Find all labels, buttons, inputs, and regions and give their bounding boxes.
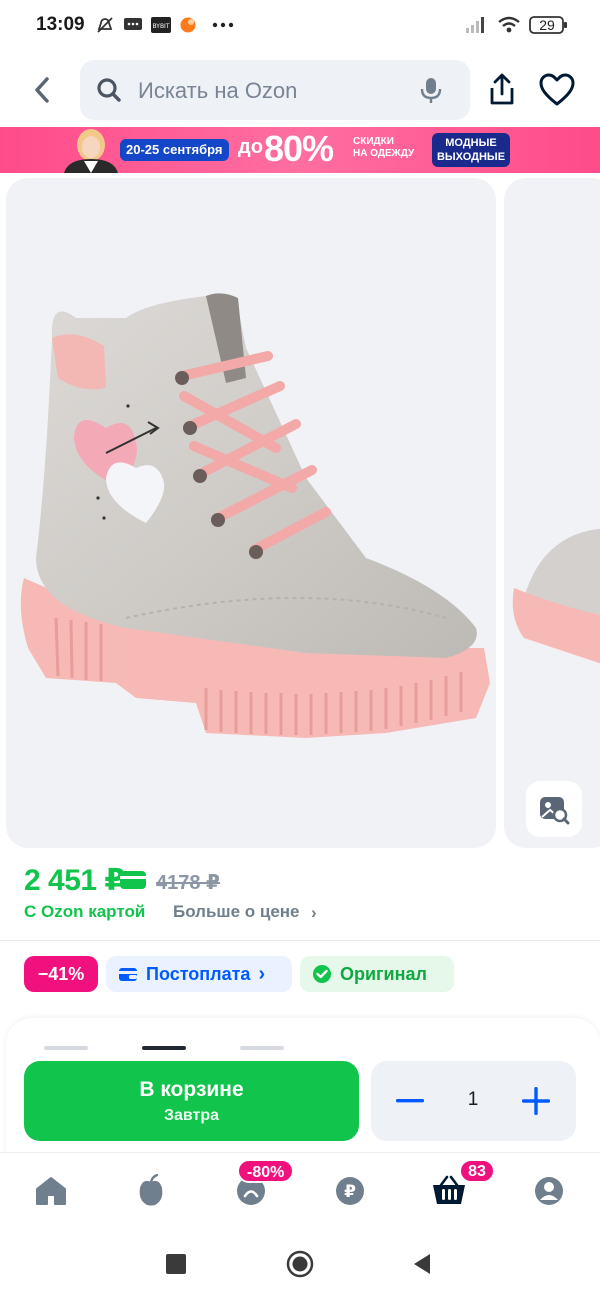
bottom-navigation: -80% ₽ 83 [0,1152,600,1228]
microphone-icon[interactable] [420,77,442,105]
promo-banner[interactable]: 20-25 сентября до 80% СКИДКИ НА ОДЕЖДУ М… [0,127,600,173]
svg-text:₽: ₽ [344,1182,356,1202]
fresh-icon [139,1174,163,1206]
wallet-icon [119,968,137,981]
discount-badge-label: −41% [37,963,85,984]
status-time: 13:09 [36,14,85,35]
back-system-button[interactable] [412,1253,432,1275]
promo-fashion-line1: МОДНЫЕ [445,137,497,149]
nav-profile[interactable] [529,1171,569,1211]
product-photo[interactable] [6,178,496,848]
heart-icon [539,73,575,106]
mute-icon [94,14,116,36]
quantity-value: 1 [467,1089,479,1110]
discount-badge: −41% [24,956,98,992]
more-icon [212,14,234,36]
system-navigation [0,1228,600,1299]
postpay-badge-label: Постоплата [146,963,251,984]
delivery-label: Завтра [163,1107,220,1124]
promo-prefix: до [238,136,263,158]
back-button[interactable] [22,70,62,110]
message-icon [122,14,144,36]
profile-icon [535,1177,563,1205]
search-placeholder: Искать на Ozon [138,78,298,103]
original-badge-label: Оригинал [340,963,427,984]
battery-level: 29 [539,17,555,33]
chevron-left-icon [35,77,49,103]
favorite-button[interactable] [538,72,576,108]
promo-sale-text: СКИДКИ НА ОДЕЖДУ [353,136,433,160]
svg-text:BYBIT: BYBIT [152,23,169,30]
promo-sale-line1: СКИДКИ [353,136,394,147]
badges-row: −41% Постоплата › Оригинал [24,956,594,994]
share-icon [490,73,514,105]
recents-button[interactable] [166,1254,186,1274]
minus-icon [396,1099,424,1103]
ozon-card-label: С Ozon картой [24,902,146,921]
cart-badge: 83 [459,1159,495,1183]
price-row: 2 451 ₽ 4178 ₽ [24,863,584,899]
promo-sale-line2: НА ОДЕЖДУ [353,148,415,159]
price-old: 4178 ₽ [156,872,220,894]
search-input[interactable]: Искать на Ozon [80,60,470,120]
nav-home[interactable] [31,1171,71,1211]
promo-fashion-badge: МОДНЫЕ ВЫХОДНЫЕ [432,133,510,167]
sale-badge: -80% [237,1159,295,1183]
divider [0,940,600,941]
nav-fresh[interactable] [131,1171,171,1211]
product-gallery[interactable] [0,178,600,850]
plus-icon [522,1087,550,1115]
search-icon [97,78,121,102]
chevron-right-icon: › [258,962,266,985]
app-icon: BYBIT [150,14,172,36]
increase-button[interactable] [511,1079,561,1123]
variant-thumbnails [44,1046,284,1050]
wifi-icon [496,14,522,36]
home-button[interactable] [286,1250,314,1278]
in-cart-button[interactable]: В корзине Завтра [24,1061,359,1141]
boot-image [20,293,491,738]
price-current: 2 451 ₽ [24,864,125,897]
search-header: Искать на Ozon [0,52,600,126]
nav-finance[interactable]: ₽ [330,1171,370,1211]
ozon-card-icon [120,871,146,889]
signal-icon [464,14,488,36]
postpay-badge[interactable]: Постоплата › [106,956,292,992]
promo-fashion-line2: ВЫХОДНЫЕ [436,151,506,163]
image-search-icon [540,797,570,825]
home-icon [36,1177,66,1205]
promo-dates: 20-25 сентября [120,139,229,161]
more-price-link[interactable]: Больше о цене [173,902,300,922]
promo-model-image [64,129,118,173]
share-button[interactable] [484,72,520,108]
orange-dot-icon [178,14,198,36]
visual-search-button[interactable] [526,781,582,837]
chevron-right-icon[interactable]: › [311,903,317,923]
check-circle-icon [313,965,331,983]
finance-icon: ₽ [336,1177,364,1205]
status-bar: 13:09 BYBIT 29 [0,0,600,52]
cart-icon [433,1175,465,1204]
product-photo-next[interactable] [504,178,600,848]
in-cart-label: В корзине [139,1078,244,1101]
original-badge[interactable]: Оригинал [300,956,454,992]
boot-image-next [512,528,600,664]
quantity-stepper: 1 [371,1061,576,1141]
decrease-button[interactable] [385,1079,435,1123]
promo-discount: 80% [264,128,334,169]
